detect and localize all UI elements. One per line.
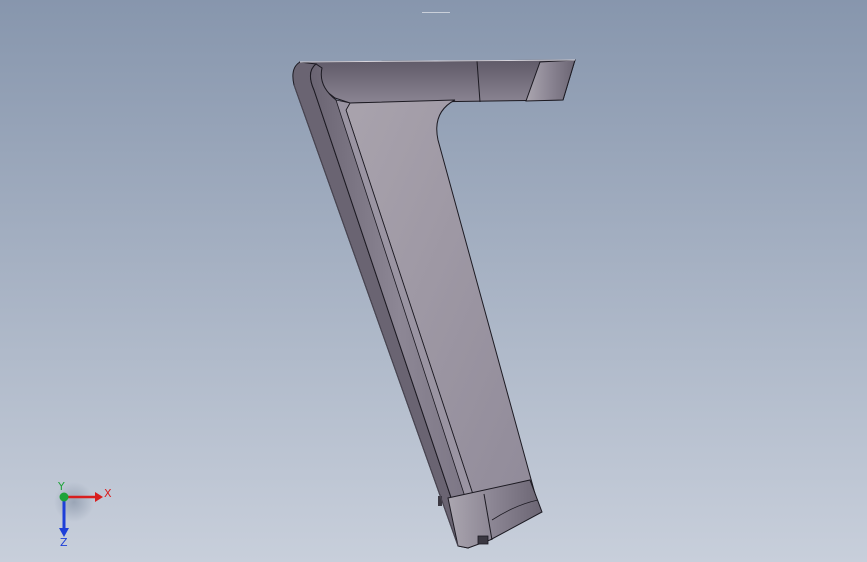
graphics-viewport[interactable]: X Y Z — [0, 0, 867, 562]
y-axis-icon — [59, 492, 69, 502]
reference-triad: X Y Z — [54, 482, 112, 549]
x-axis-label: X — [104, 487, 112, 500]
y-axis-label: Y — [57, 482, 65, 493]
bottom-tab — [477, 535, 489, 545]
z-axis-label: Z — [60, 536, 68, 549]
side-tab — [438, 496, 442, 506]
model-3d-part[interactable] — [0, 0, 867, 562]
